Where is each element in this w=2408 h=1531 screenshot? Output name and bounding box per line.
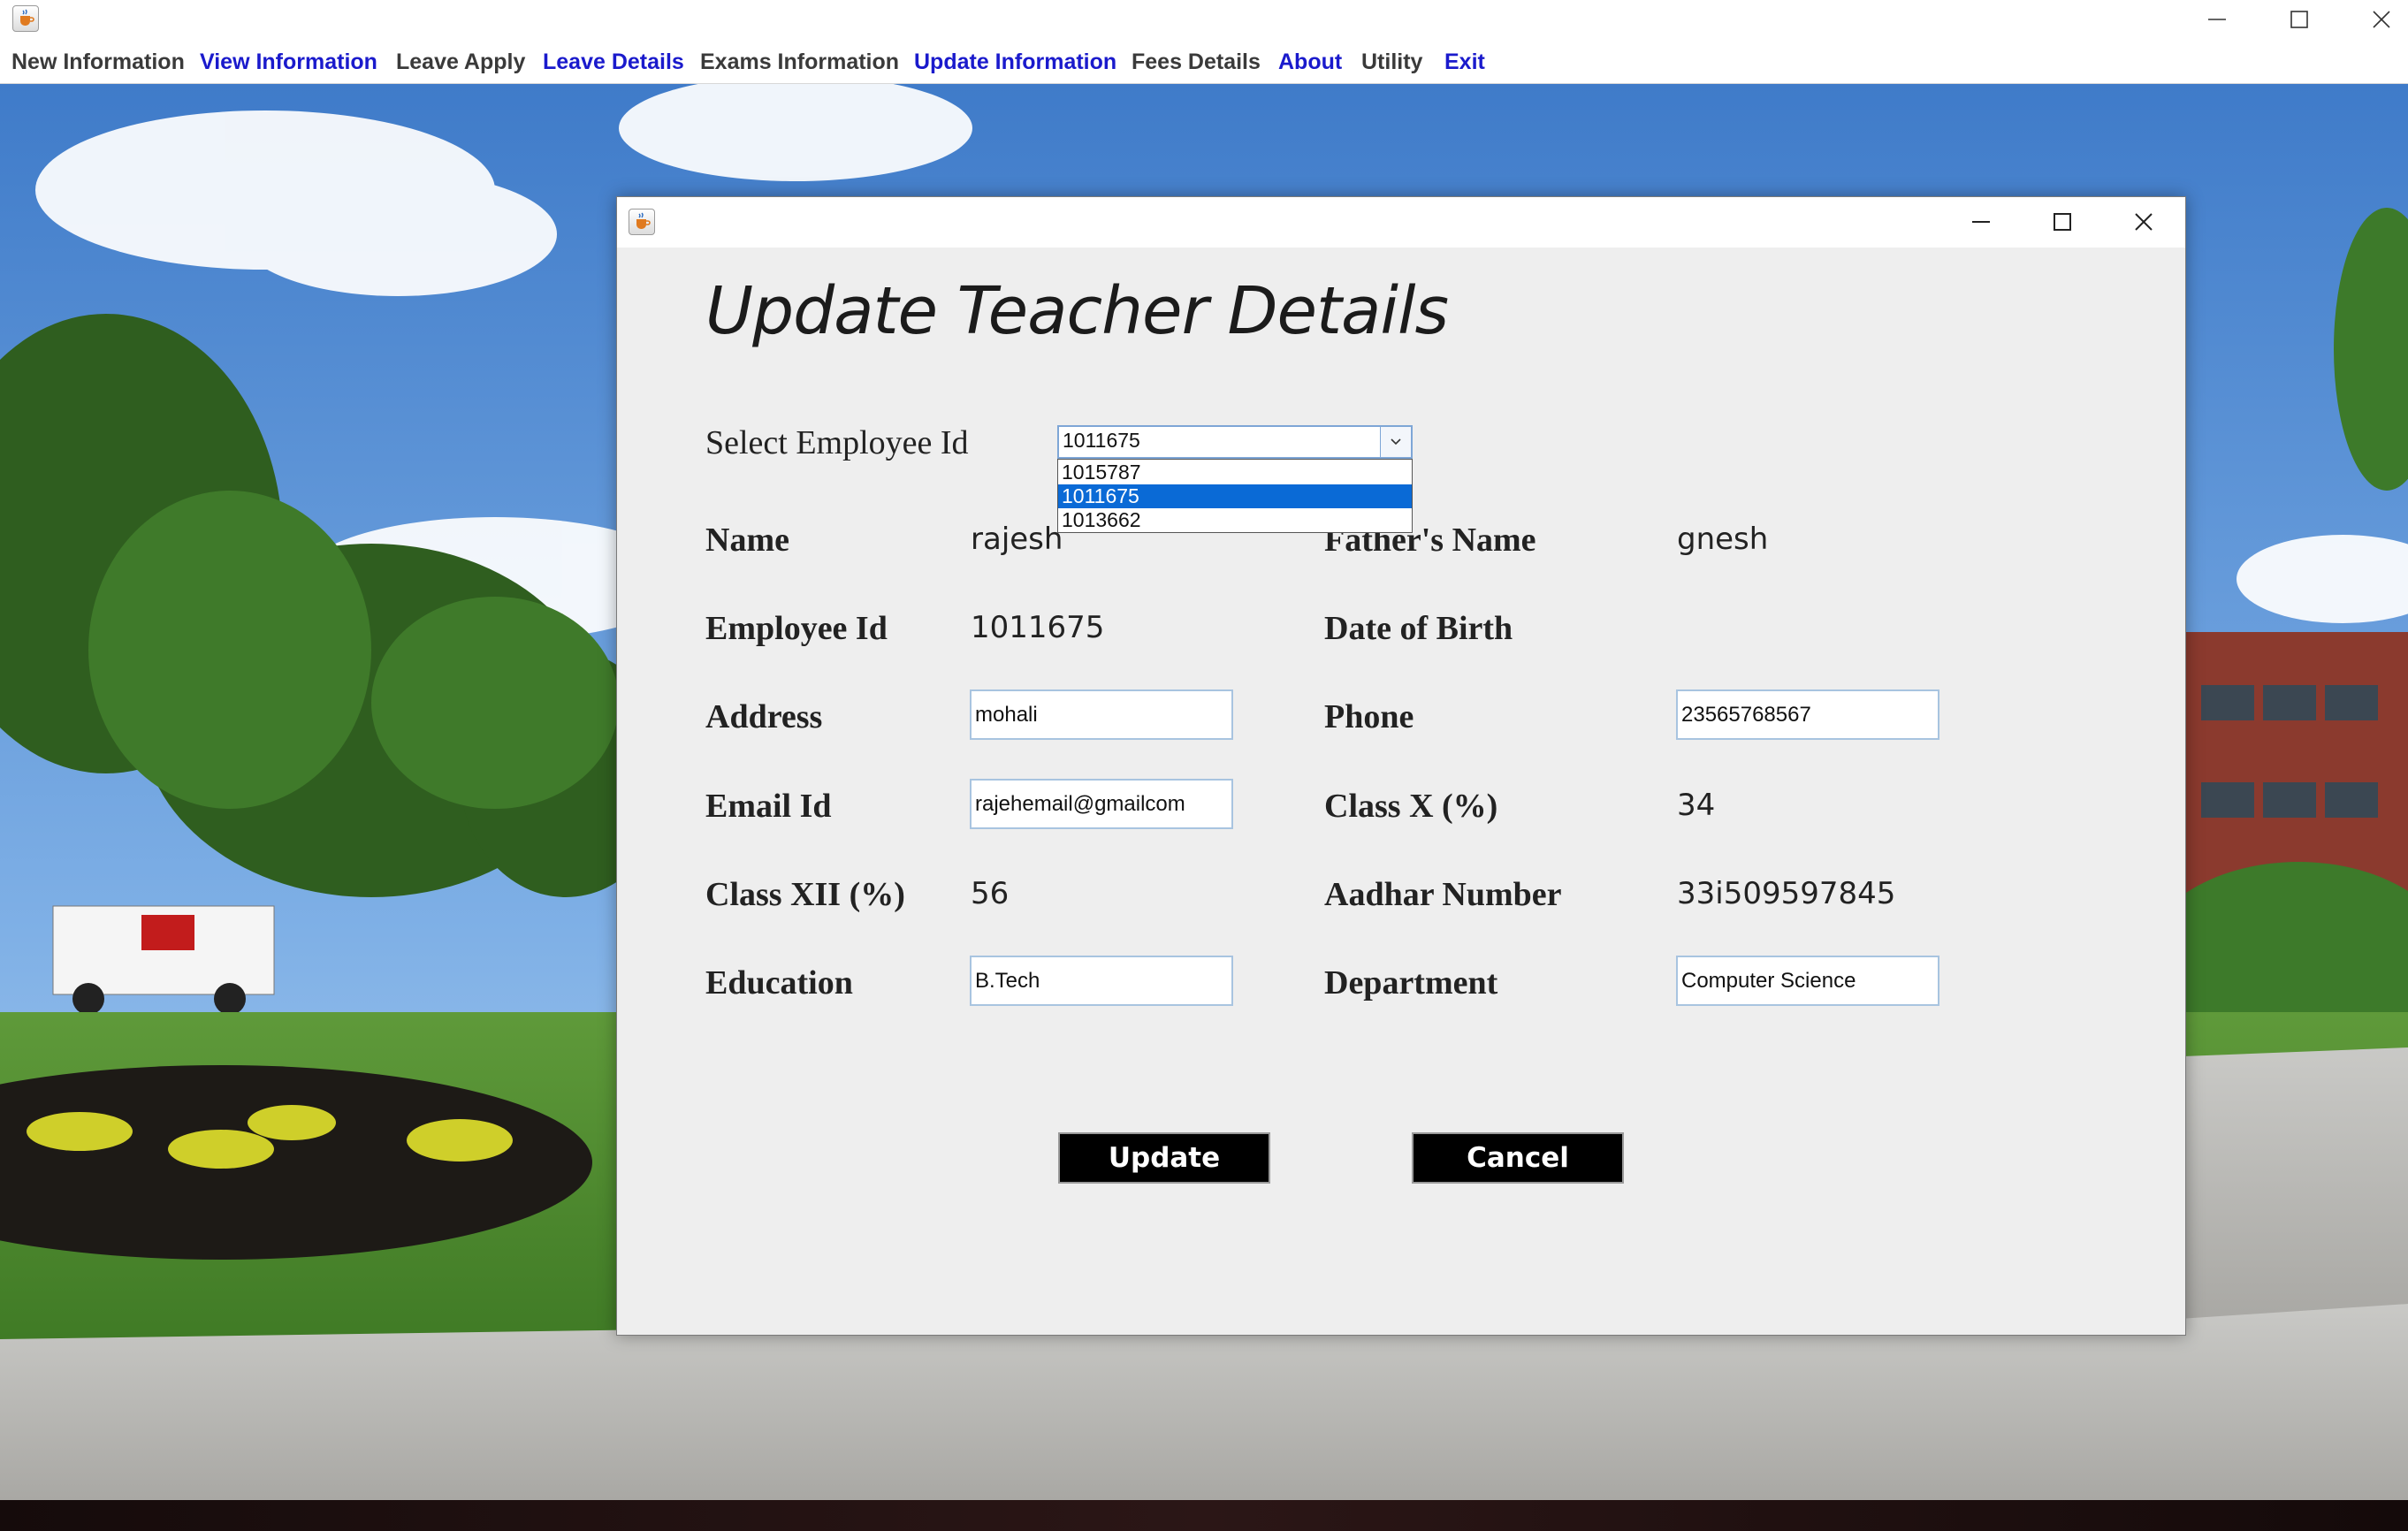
menu-view-information[interactable]: View Information — [200, 50, 377, 75]
address-field[interactable] — [970, 689, 1233, 740]
menu-update-information[interactable]: Update Information — [914, 50, 1116, 75]
dropdown-option[interactable]: 1015787 — [1058, 461, 1412, 484]
main-window-titlebar — [0, 0, 2408, 39]
select-employee-label: Select Employee Id — [705, 424, 969, 461]
phone-field[interactable] — [1676, 689, 1939, 740]
class-xii-value: 56 — [971, 876, 1010, 911]
employee-id-combobox-value: 1011675 — [1063, 429, 1140, 452]
employee-id-label: Employee Id — [705, 610, 888, 647]
department-field[interactable] — [1676, 956, 1939, 1006]
dropdown-option[interactable]: 1013662 — [1058, 508, 1412, 532]
address-label: Address — [705, 698, 823, 735]
menu-leave-apply[interactable]: Leave Apply — [396, 50, 525, 75]
java-app-icon — [12, 5, 39, 32]
employee-id-value: 1011675 — [971, 610, 1105, 645]
update-button[interactable]: Update — [1058, 1132, 1270, 1184]
minimize-icon[interactable] — [2176, 0, 2258, 39]
email-label: Email Id — [705, 788, 832, 825]
dialog-minimize-icon[interactable] — [1940, 197, 2022, 248]
dob-label: Date of Birth — [1324, 610, 1513, 647]
dialog-close-icon[interactable] — [2103, 197, 2184, 248]
department-label: Department — [1324, 964, 1498, 1002]
dropdown-option-selected[interactable]: 1011675 — [1058, 484, 1412, 508]
update-teacher-dialog: Update Teacher Details Select Employee I… — [616, 196, 2186, 1336]
class-x-value: 34 — [1677, 788, 1716, 823]
menu-leave-details[interactable]: Leave Details — [543, 50, 684, 75]
menu-new-information[interactable]: New Information — [11, 50, 185, 75]
cancel-button[interactable]: Cancel — [1412, 1132, 1624, 1184]
maximize-icon[interactable] — [2259, 0, 2340, 39]
taskbar-strip — [0, 1500, 2408, 1531]
close-icon[interactable] — [2341, 0, 2408, 39]
menu-utility[interactable]: Utility — [1361, 50, 1422, 75]
class-x-label: Class X (%) — [1324, 788, 1498, 825]
name-label: Name — [705, 522, 789, 559]
dialog-heading: Update Teacher Details — [705, 273, 1449, 349]
phone-label: Phone — [1324, 698, 1414, 735]
dialog-titlebar — [617, 197, 2185, 248]
education-field[interactable] — [970, 956, 1233, 1006]
menu-bar: New Information View Information Leave A… — [0, 39, 2408, 84]
email-field[interactable] — [970, 779, 1233, 829]
dialog-maximize-icon[interactable] — [2022, 197, 2103, 248]
java-app-icon — [629, 209, 655, 235]
employee-id-combobox[interactable]: 1011675 — [1057, 425, 1413, 459]
fathers-name-value: gnesh — [1677, 522, 1769, 557]
menu-fees-details[interactable]: Fees Details — [1132, 50, 1261, 75]
aadhar-value: 33i509597845 — [1677, 876, 1896, 911]
menu-about[interactable]: About — [1278, 50, 1342, 75]
education-label: Education — [705, 964, 853, 1002]
class-xii-label: Class XII (%) — [705, 876, 905, 913]
menu-exit[interactable]: Exit — [1444, 50, 1485, 75]
employee-id-dropdown-list: 1015787 1011675 1013662 — [1057, 459, 1413, 533]
chevron-down-icon[interactable] — [1380, 427, 1411, 457]
name-value: rajesh — [971, 522, 1063, 557]
menu-exams-information[interactable]: Exams Information — [700, 50, 899, 75]
aadhar-label: Aadhar Number — [1324, 876, 1562, 913]
